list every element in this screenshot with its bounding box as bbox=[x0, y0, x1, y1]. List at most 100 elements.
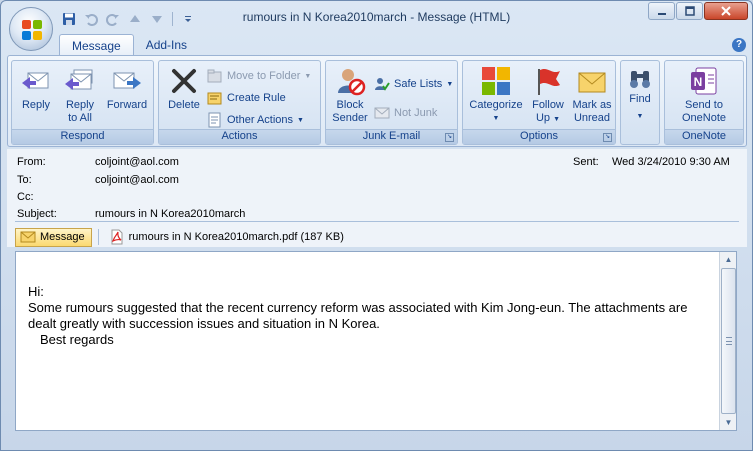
from-value[interactable]: coljoint@aol.com bbox=[95, 156, 179, 168]
maximize-button[interactable] bbox=[676, 2, 703, 20]
reply-all-label-1: Reply bbox=[65, 99, 95, 111]
to-value[interactable]: coljoint@aol.com bbox=[95, 174, 179, 186]
find-group[interactable]: Find ▼ bbox=[620, 60, 660, 145]
categorize-icon bbox=[480, 65, 512, 97]
message-header: From: coljoint@aol.com To: coljoint@aol.… bbox=[7, 149, 747, 247]
junk-email-launcher-icon[interactable]: ↘ bbox=[445, 133, 454, 142]
minimize-button[interactable] bbox=[648, 2, 675, 20]
scroll-up-icon[interactable]: ▲ bbox=[721, 252, 736, 267]
follow-up-label-1: Follow bbox=[532, 99, 564, 111]
pdf-attachment[interactable]: rumours in N Korea2010march.pdf (187 KB) bbox=[105, 228, 348, 247]
scroll-thumb[interactable] bbox=[721, 268, 736, 414]
find-button[interactable]: Find ▼ bbox=[621, 67, 659, 123]
actions-group-label: Actions bbox=[159, 129, 320, 144]
reply-all-icon bbox=[64, 65, 96, 97]
forward-label: Forward bbox=[106, 99, 148, 111]
office-logo-icon bbox=[22, 20, 42, 40]
other-actions-icon bbox=[207, 112, 223, 128]
mark-unread-label-2: Unread bbox=[573, 112, 611, 124]
title-bar: rumours in N Korea2010march - Message (H… bbox=[1, 1, 752, 35]
mark-unread-label-1: Mark as bbox=[572, 99, 612, 111]
safe-lists-icon bbox=[374, 76, 390, 92]
delete-label: Delete bbox=[168, 99, 200, 111]
onenote-group-label: OneNote bbox=[665, 129, 743, 144]
block-sender-icon bbox=[334, 65, 366, 97]
flag-icon bbox=[532, 65, 564, 97]
envelope-icon bbox=[20, 229, 36, 245]
safe-lists-label: Safe Lists bbox=[394, 78, 443, 90]
other-actions-label: Other Actions bbox=[227, 114, 294, 126]
body-paragraph: Some rumours suggested that the recent c… bbox=[28, 300, 688, 331]
create-rule-button[interactable]: Create Rule bbox=[207, 88, 286, 108]
options-group-label: Options bbox=[463, 129, 615, 144]
block-sender-label-2: Sender bbox=[332, 112, 368, 124]
move-to-folder-button[interactable]: Move to Folder ▼ bbox=[207, 66, 311, 86]
delete-button[interactable]: Delete bbox=[163, 65, 205, 112]
pdf-icon bbox=[109, 229, 125, 245]
not-junk-icon bbox=[374, 105, 390, 121]
send-onenote-label-1: Send to bbox=[685, 99, 723, 111]
categorize-label: Categorize bbox=[469, 99, 523, 111]
chevron-down-icon: ▼ bbox=[492, 115, 500, 122]
actions-group: Delete Move to Folder ▼ Create Rule Othe… bbox=[158, 60, 321, 145]
help-icon[interactable]: ? bbox=[732, 38, 746, 52]
message-body[interactable]: Hi: Some rumours suggested that the rece… bbox=[15, 251, 737, 431]
respond-group-label: Respond bbox=[12, 129, 153, 144]
subject-value: rumours in N Korea2010march bbox=[95, 208, 246, 220]
onenote-group: N Send to OneNote OneNote bbox=[664, 60, 744, 145]
tab-add-ins[interactable]: Add-Ins bbox=[134, 34, 199, 56]
junk-email-group-label: Junk E-mail bbox=[326, 129, 457, 144]
reply-all-label-2: to All bbox=[68, 112, 92, 124]
attachment-separator bbox=[97, 229, 99, 245]
send-to-onenote-button[interactable]: N Send to OneNote bbox=[671, 65, 737, 125]
reply-icon bbox=[20, 65, 52, 97]
message-text: Hi: Some rumours suggested that the rece… bbox=[28, 284, 718, 348]
message-window: rumours in N Korea2010march - Message (H… bbox=[0, 0, 753, 451]
chevron-down-icon: ▼ bbox=[446, 80, 454, 88]
forward-icon bbox=[111, 65, 143, 97]
attachment-bar: Message rumours in N Korea2010march.pdf … bbox=[15, 227, 348, 247]
respond-group: Reply Reply to All Forward Respond bbox=[11, 60, 154, 145]
sent-label: Sent: bbox=[573, 156, 599, 168]
reply-label: Reply bbox=[21, 99, 51, 111]
mark-unread-icon bbox=[576, 65, 608, 97]
delete-icon bbox=[168, 65, 200, 97]
svg-text:N: N bbox=[694, 75, 703, 89]
safe-lists-button[interactable]: Safe Lists ▼ bbox=[374, 74, 453, 94]
mark-as-unread-button[interactable]: Mark as Unread bbox=[569, 65, 615, 125]
create-rule-label: Create Rule bbox=[227, 92, 286, 104]
message-tab-label: Message bbox=[40, 231, 85, 243]
window-controls bbox=[648, 2, 748, 20]
window-title: rumours in N Korea2010march - Message (H… bbox=[242, 10, 511, 24]
move-folder-icon bbox=[207, 68, 223, 84]
options-launcher-icon[interactable]: ↘ bbox=[603, 133, 612, 142]
chevron-down-icon: ▼ bbox=[304, 72, 312, 80]
message-attachment-tab[interactable]: Message bbox=[15, 227, 92, 247]
block-sender-button[interactable]: Block Sender bbox=[329, 65, 371, 125]
chevron-down-icon: ▼ bbox=[553, 116, 561, 123]
reply-all-button[interactable]: Reply to All bbox=[59, 65, 101, 125]
send-onenote-label-2: OneNote bbox=[681, 112, 727, 124]
categorize-button[interactable]: Categorize ▼ bbox=[466, 65, 526, 125]
binoculars-icon bbox=[628, 67, 652, 91]
tab-message[interactable]: Message bbox=[59, 34, 134, 56]
follow-up-label-2: Up ▼ bbox=[535, 112, 561, 124]
reply-button[interactable]: Reply bbox=[15, 65, 57, 112]
other-actions-button[interactable]: Other Actions ▼ bbox=[207, 110, 304, 130]
signoff-line: Best regards bbox=[40, 332, 114, 347]
office-button[interactable] bbox=[9, 7, 53, 51]
block-sender-label-1: Block bbox=[336, 99, 364, 111]
chevron-down-icon: ▼ bbox=[297, 116, 304, 124]
vertical-scrollbar[interactable]: ▲ ▼ bbox=[719, 252, 736, 430]
header-separator bbox=[15, 221, 739, 222]
forward-button[interactable]: Forward bbox=[103, 65, 151, 112]
grip-icon bbox=[726, 337, 732, 345]
follow-up-button[interactable]: Follow Up ▼ bbox=[527, 65, 569, 126]
chevron-down-icon: ▼ bbox=[636, 113, 644, 120]
scroll-down-icon[interactable]: ▼ bbox=[721, 415, 736, 430]
find-label: Find bbox=[629, 93, 651, 105]
close-button[interactable] bbox=[704, 2, 748, 20]
not-junk-button[interactable]: Not Junk bbox=[374, 103, 437, 123]
not-junk-label: Not Junk bbox=[394, 107, 438, 119]
from-label: From: bbox=[17, 156, 46, 168]
